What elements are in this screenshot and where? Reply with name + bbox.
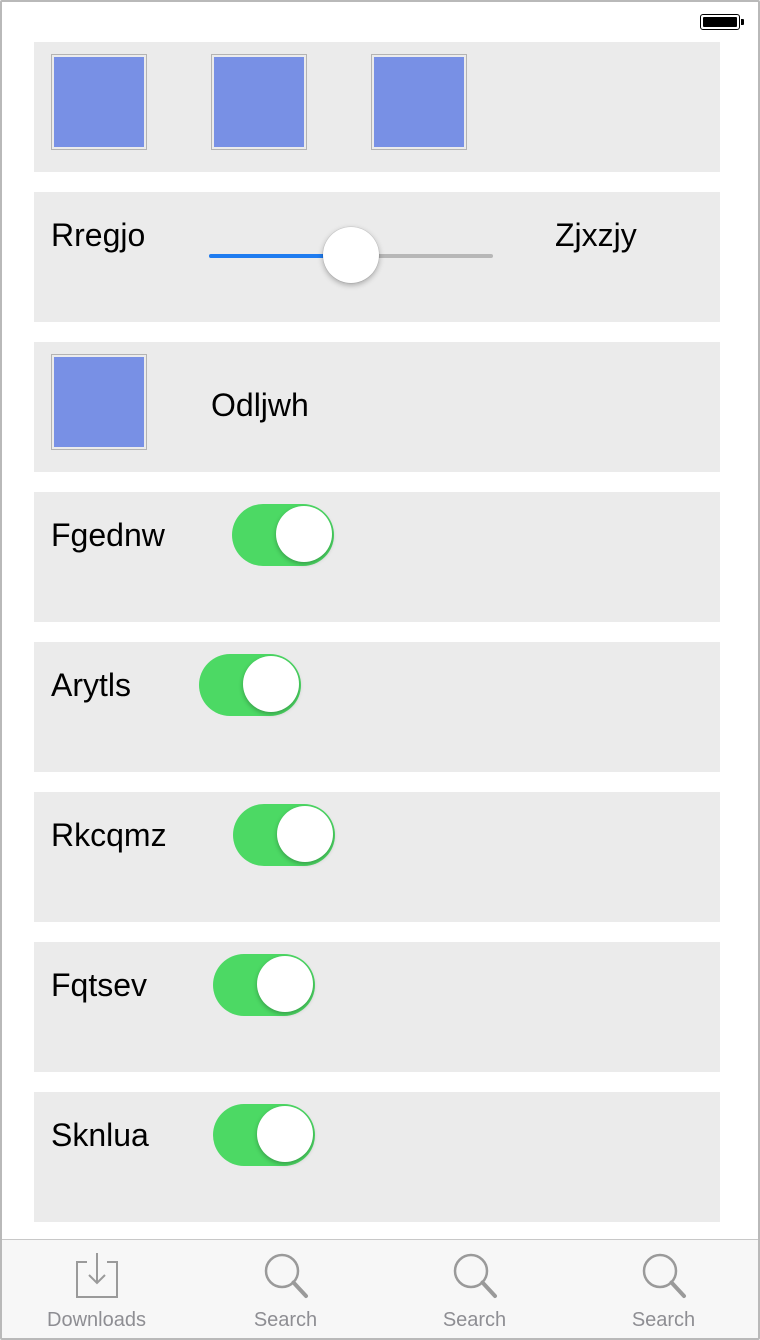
image-label-card: Odljwh [34,342,720,472]
slider-right-label: Zjxzjy [555,217,637,253]
tab-label: Search [631,1309,696,1331]
tab-label: Search [442,1309,507,1331]
slider[interactable] [209,212,493,283]
tab-downloads[interactable]: Downloads [2,1240,191,1338]
tab-bar: Downloads Search Search Search [2,1239,758,1338]
toggle-switch[interactable] [232,504,334,566]
tab-label: Downloads [47,1309,146,1331]
toggle-knob [277,806,333,862]
image-thumbnail[interactable] [371,54,467,150]
toggle-knob [276,506,332,562]
toggle-row: Sknlua [34,1092,720,1222]
search-icon [642,1253,686,1298]
slider-left-label: Rregjo [51,217,146,253]
toggle-row: Fqtsev [34,942,720,1072]
slider-thumb[interactable] [323,227,379,283]
battery-icon [700,14,744,32]
tab-search[interactable]: Search [191,1240,380,1338]
toggle-switch[interactable] [233,804,335,866]
tab-label: Search [253,1309,318,1331]
toggle-knob [257,1106,313,1162]
image-row-card [34,42,720,172]
image-thumbnail[interactable] [51,354,147,450]
toggle-switch[interactable] [213,954,315,1016]
toggle-label: Fgednw [51,517,165,553]
toggle-label: Rkcqmz [51,817,167,853]
toggle-label: Arytls [51,667,131,703]
search-icon [264,1253,308,1298]
toggle-knob [243,656,299,712]
toggle-row: Rkcqmz [34,792,720,922]
toggle-knob [257,956,313,1012]
downloads-icon [75,1253,118,1298]
app-screen: Rregjo Zjxzjy Odljwh Fgednw Arytls Rkcqm… [0,0,760,1340]
image-row-label: Odljwh [211,387,309,423]
toggle-switch[interactable] [213,1104,315,1166]
slider-row-card: Rregjo Zjxzjy [34,192,720,322]
toggle-label: Sknlua [51,1117,149,1153]
image-thumbnail[interactable] [211,54,307,150]
tab-search[interactable]: Search [569,1240,758,1338]
toggle-label: Fqtsev [51,967,148,1003]
search-icon [453,1253,497,1298]
tab-search[interactable]: Search [380,1240,569,1338]
image-thumbnail[interactable] [51,54,147,150]
toggle-switch[interactable] [199,654,301,716]
toggle-row: Arytls [34,642,720,772]
toggle-row: Fgednw [34,492,720,622]
